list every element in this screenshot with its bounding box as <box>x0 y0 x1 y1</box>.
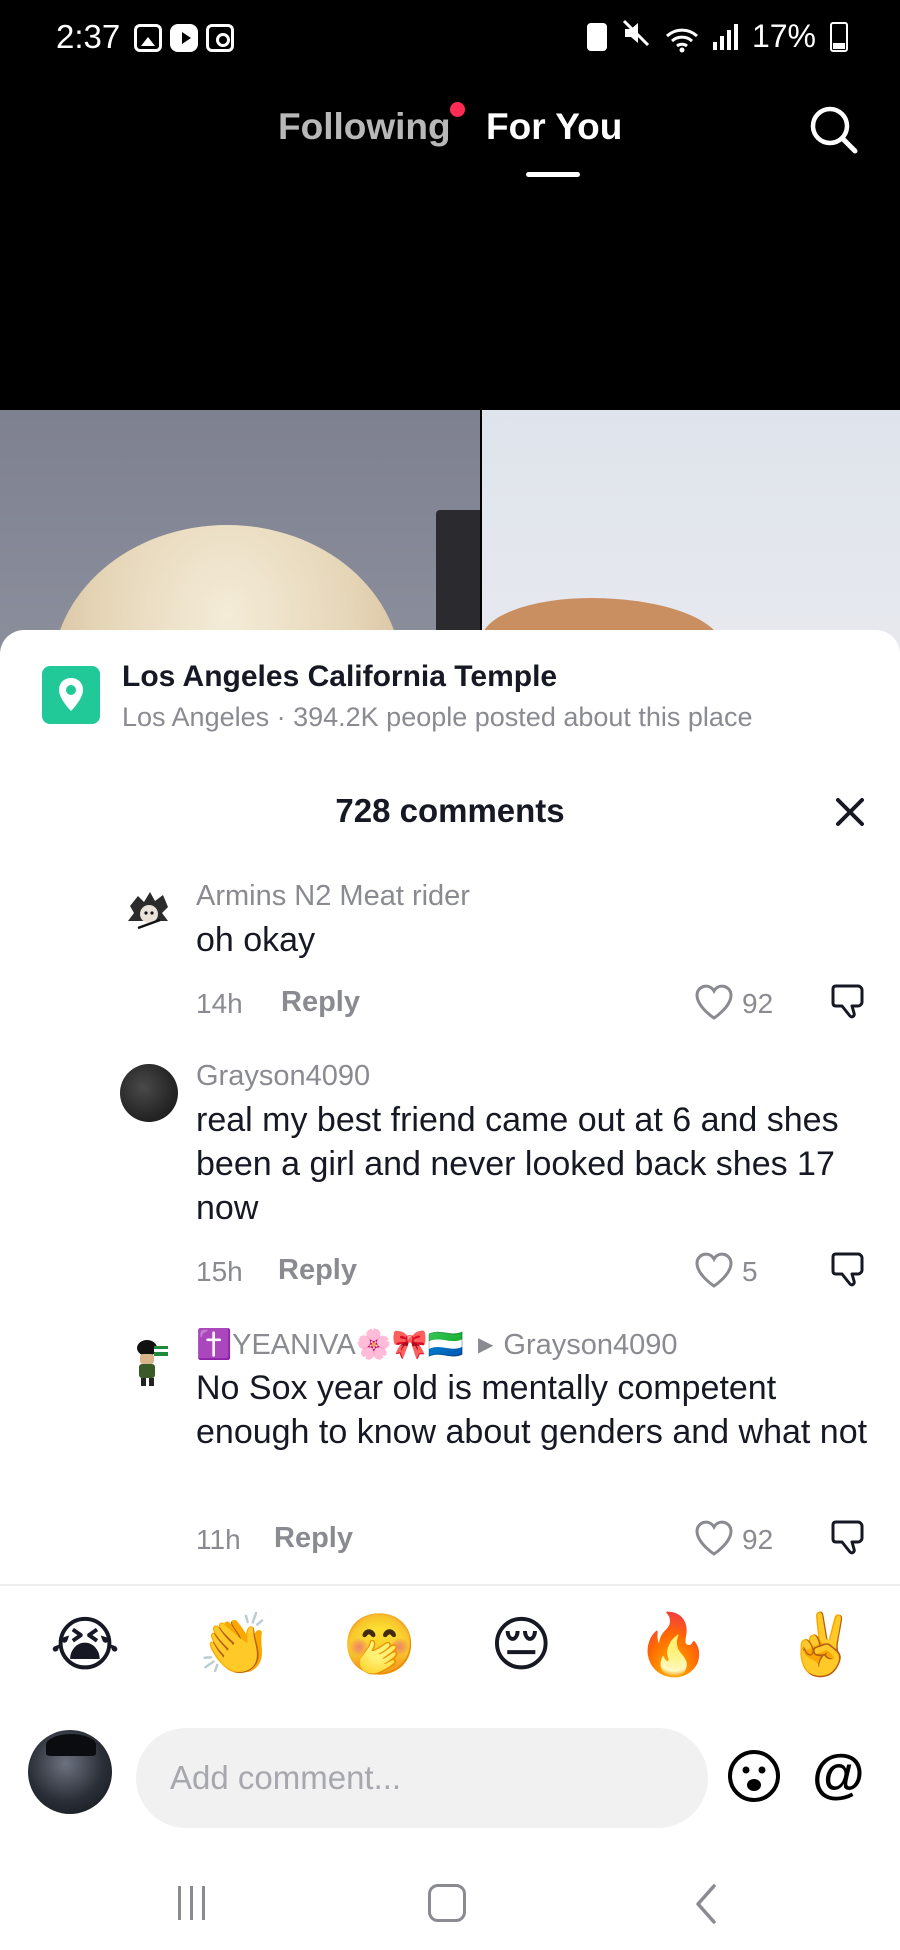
camera-icon <box>206 24 234 52</box>
emoji-crying[interactable]: 😭 <box>50 1610 120 1680</box>
tab-following[interactable]: Following <box>278 106 451 148</box>
emoji-quick-bar: 😭 👏 🤭 😔 🔥 ✌️ <box>0 1610 900 1700</box>
location-title: Los Angeles California Temple <box>122 660 558 693</box>
heart-icon[interactable] <box>693 1250 735 1290</box>
like-count: 92 <box>742 1524 774 1555</box>
comment-input[interactable] <box>136 1728 708 1828</box>
mention-button[interactable]: @ <box>812 1744 865 1804</box>
dislike-icon[interactable] <box>828 1516 870 1558</box>
divider <box>0 1584 900 1586</box>
reply-button[interactable]: Reply <box>274 1522 353 1555</box>
status-bar: 2:37 17% <box>0 0 900 80</box>
comments-sheet: Los Angeles California Temple Los Angele… <box>0 630 900 1950</box>
reply-to-username[interactable]: Grayson4090 <box>503 1329 677 1361</box>
avatar[interactable] <box>120 1064 178 1122</box>
recents-icon[interactable] <box>178 1886 205 1920</box>
emoji-pensive[interactable]: 😔 <box>490 1610 553 1680</box>
new-content-dot <box>450 102 465 117</box>
heart-icon[interactable] <box>693 982 735 1022</box>
location-banner[interactable]: Los Angeles California Temple Los Angele… <box>0 630 900 740</box>
like-count: 92 <box>742 988 774 1019</box>
dislike-icon[interactable] <box>828 1248 870 1290</box>
battery-percent: 17% <box>751 18 816 54</box>
comment-item: ✝️YEANIVA🌸🎀🇸🇱 ▶ Grayson4090 No Sox year ol… <box>0 1328 900 1558</box>
active-tab-indicator <box>526 172 580 177</box>
comment-item: Grayson4090 real my best friend came out… <box>0 1060 900 1288</box>
battery-icon <box>830 21 848 52</box>
reply-arrow-icon: ▶ <box>478 1334 494 1356</box>
dislike-icon[interactable] <box>828 980 870 1022</box>
emoji-fire[interactable]: 🔥 <box>636 1610 711 1680</box>
emoji-victory[interactable]: ✌️ <box>784 1610 859 1680</box>
comment-text: real my best friend came out at 6 and sh… <box>196 1101 839 1227</box>
back-icon[interactable] <box>692 1882 720 1926</box>
comments-count: 728 comments <box>335 792 565 829</box>
comment-time: 15h <box>196 1256 243 1287</box>
comment-time: 14h <box>196 988 243 1019</box>
tab-for-you[interactable]: For You <box>486 106 622 148</box>
comment-time: 11h <box>196 1524 241 1555</box>
comment-text: oh okay <box>196 921 316 959</box>
status-time: 2:37 <box>56 18 121 55</box>
comment-item: Armins N2 Meat rider oh okay 14h Reply 9… <box>0 880 900 1030</box>
notification-icons <box>134 24 234 52</box>
signal-icon <box>712 23 738 50</box>
mute-icon <box>621 18 651 55</box>
comments-header: 728 comments <box>0 780 900 840</box>
comment-composer: @ <box>0 1718 900 1828</box>
like-count: 5 <box>742 1256 758 1287</box>
system-status: 17% <box>586 18 848 55</box>
emoji-clapping[interactable]: 👏 <box>198 1610 273 1680</box>
top-nav: Following For You <box>0 80 900 180</box>
gallery-icon <box>134 24 162 52</box>
wifi-icon <box>665 24 699 52</box>
comment-username[interactable]: Grayson4090 <box>196 1060 370 1093</box>
comment-username[interactable]: Armins N2 Meat rider <box>196 880 470 913</box>
battery-saver-icon <box>586 22 607 51</box>
emoji-picker-icon[interactable] <box>726 1748 782 1804</box>
location-pin-icon <box>42 666 100 724</box>
avatar[interactable] <box>120 884 178 942</box>
comment-text: No Sox year old is mentally competent en… <box>196 1369 868 1451</box>
youtube-icon <box>170 24 198 52</box>
emoji-hand-over-mouth[interactable]: 🤭 <box>342 1610 417 1680</box>
reply-button[interactable]: Reply <box>281 986 360 1019</box>
my-avatar[interactable] <box>28 1730 112 1814</box>
comment-username[interactable]: ✝️YEANIVA🌸🎀🇸🇱 ▶ Grayson4090 <box>196 1328 678 1362</box>
heart-icon[interactable] <box>693 1518 735 1558</box>
location-subtitle: Los Angeles · 394.2K people posted about… <box>122 702 753 732</box>
reply-button[interactable]: Reply <box>278 1254 357 1287</box>
system-nav-bar <box>0 1862 900 1950</box>
close-icon[interactable] <box>828 790 872 834</box>
avatar[interactable] <box>120 1332 178 1390</box>
home-icon[interactable] <box>428 1884 466 1922</box>
search-icon[interactable] <box>806 102 862 158</box>
